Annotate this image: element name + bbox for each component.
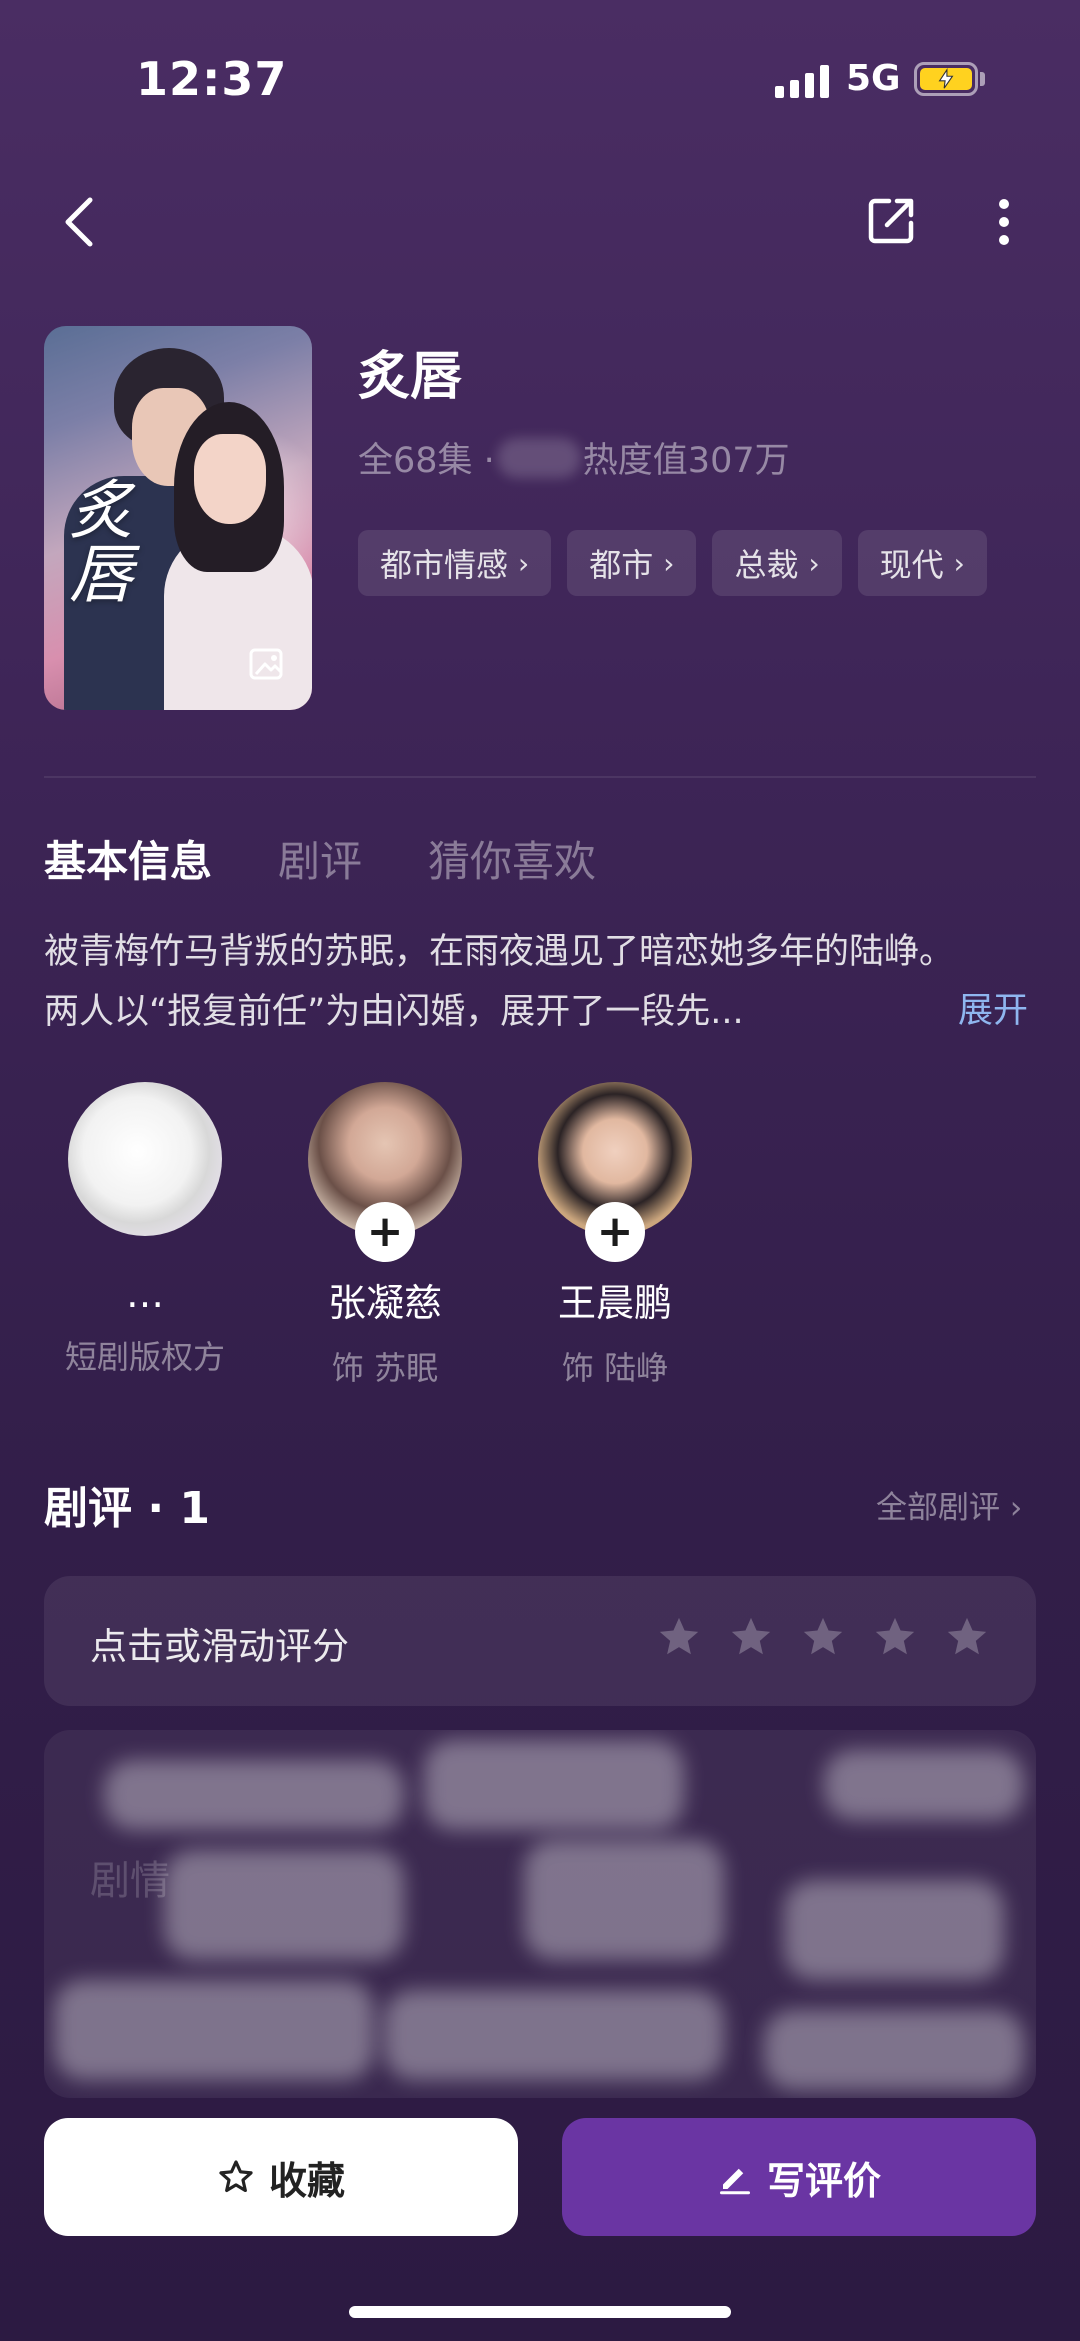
chevron-right-icon: › — [518, 546, 530, 580]
more-vertical-icon[interactable] — [976, 190, 1032, 254]
write-review-button[interactable]: 写评价 — [562, 2118, 1036, 2236]
cast-role: 饰 陆峥 — [561, 1349, 669, 1387]
avatar: + — [538, 1082, 692, 1262]
synopsis-text: 被青梅竹马背叛的苏眠，在雨夜遇见了暗恋她多年的陆峥。两人以“报复前任”为由闪婚，… — [44, 932, 955, 1032]
tag-chip[interactable]: 现代 › — [857, 530, 987, 596]
tag-list: 都市情感 › 都市 › 总裁 › 现代 › — [358, 530, 987, 596]
star-icon[interactable] — [656, 1614, 702, 1660]
cast-member[interactable]: … 短剧版权方 — [30, 1082, 260, 1378]
scribble-mask — [424, 1740, 684, 1830]
star-icon[interactable] — [944, 1614, 990, 1660]
battery-tip — [980, 72, 985, 86]
plus-icon[interactable]: + — [355, 1202, 415, 1262]
poster-calligraphy-title: 炙唇 — [58, 476, 132, 604]
write-review-label: 写评价 — [766, 2158, 881, 2203]
home-indicator[interactable] — [349, 2306, 731, 2318]
tab-reviews[interactable]: 剧评 — [278, 828, 362, 889]
drama-title: 炙唇 — [358, 347, 463, 407]
favorite-label: 收藏 — [268, 2158, 345, 2203]
redacted-review-text: 剧情 — [90, 1858, 170, 1904]
rating-stars[interactable] — [656, 1614, 990, 1660]
tag-chip[interactable]: 都市 › — [567, 530, 697, 596]
scribble-mask — [54, 1980, 374, 2080]
episode-count: 全68集 · — [358, 441, 495, 481]
drama-poster[interactable]: 炙唇 — [44, 326, 312, 710]
cast-role: 饰 苏眠 — [331, 1349, 439, 1387]
rating-card[interactable]: 点击或滑动评分 — [44, 1576, 1036, 1706]
all-reviews-link[interactable]: 全部剧评 › — [876, 1482, 1022, 1527]
tag-chip[interactable]: 总裁 › — [712, 530, 842, 596]
edit-icon — [719, 2168, 750, 2195]
favorite-button[interactable]: 收藏 — [44, 2118, 518, 2236]
cast-name: … — [126, 1272, 164, 1316]
network-type: 5G — [846, 58, 901, 99]
cast-role: 短剧版权方 — [64, 1338, 225, 1376]
image-icon[interactable] — [248, 644, 288, 684]
cast-name: 王晨鹏 — [557, 1281, 672, 1325]
cast-member[interactable]: + 张凝慈 饰 苏眠 — [270, 1082, 500, 1389]
scribble-mask — [104, 1760, 404, 1830]
share-icon[interactable] — [860, 188, 924, 252]
heat-value: 热度值307万 — [582, 441, 790, 481]
chevron-right-icon: › — [808, 546, 820, 580]
chevron-right-icon: › — [663, 546, 675, 580]
avatar: + — [308, 1082, 462, 1262]
redacted-meta — [496, 437, 581, 478]
scribble-mask — [784, 1880, 1004, 1980]
detail-tabs: 基本信息 剧评 猜你喜欢 — [44, 828, 596, 889]
reviews-heading: 剧评 · 1 — [44, 1483, 210, 1534]
scribble-mask — [384, 1990, 724, 2080]
battery-icon — [914, 62, 978, 96]
section-divider — [44, 776, 1036, 778]
star-icon[interactable] — [800, 1614, 846, 1660]
scribble-mask — [524, 1840, 724, 1960]
cast-member[interactable]: + 王晨鹏 饰 陆峥 — [500, 1082, 730, 1389]
scribble-mask — [824, 1750, 1024, 1820]
expand-link[interactable]: 展开 — [958, 982, 1028, 1033]
signal-strength-icon — [775, 62, 829, 98]
scribble-mask — [764, 2010, 1024, 2090]
avatar — [68, 1082, 222, 1236]
drama-meta: 全68集 · 热度值307万 — [358, 432, 790, 483]
star-icon — [219, 2160, 253, 2193]
tab-basic-info[interactable]: 基本信息 — [44, 828, 212, 889]
star-icon[interactable] — [728, 1614, 774, 1660]
cast-name: 张凝慈 — [327, 1281, 442, 1325]
review-card-redacted[interactable]: 剧情 — [44, 1730, 1036, 2098]
rate-prompt: 点击或滑动评分 — [90, 1625, 349, 1668]
chevron-right-icon: › — [953, 546, 965, 580]
star-icon[interactable] — [872, 1614, 918, 1660]
back-arrow-icon[interactable] — [48, 190, 112, 254]
plus-icon[interactable]: + — [585, 1202, 645, 1262]
tag-chip[interactable]: 都市情感 › — [358, 530, 552, 596]
status-time: 12:37 — [136, 52, 288, 106]
tab-recommendations[interactable]: 猜你喜欢 — [428, 828, 596, 889]
scribble-mask — [164, 1850, 404, 1960]
